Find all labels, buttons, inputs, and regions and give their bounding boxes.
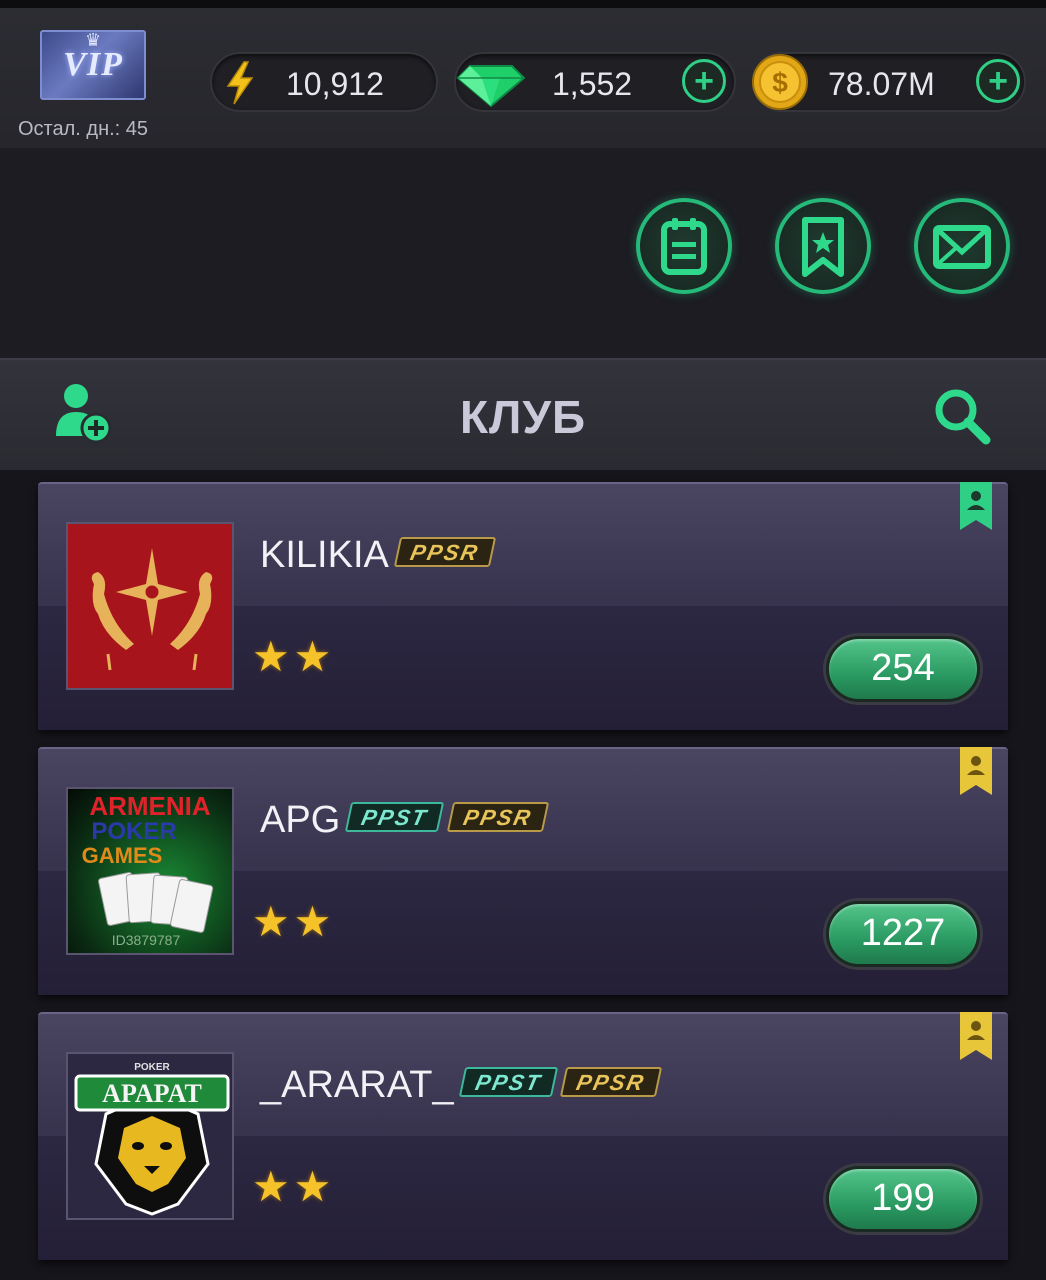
club-rating-stars: ★★: [252, 1163, 336, 1210]
club-rating-stars: ★★: [252, 898, 336, 945]
ppsr-tag: PPSR: [559, 1066, 663, 1097]
ppst-tag: PPST: [345, 801, 445, 832]
bookmark-icon[interactable]: [960, 1012, 992, 1060]
ppsr-tag: PPSR: [393, 536, 496, 567]
svg-text:POKER: POKER: [134, 1062, 170, 1073]
club-header: КЛУБ: [0, 358, 1046, 470]
lightning-icon: [226, 61, 254, 105]
svg-text:POKER: POKER: [91, 818, 176, 845]
club-name-text: APG: [260, 799, 341, 841]
club-member-count[interactable]: 199: [826, 1166, 980, 1232]
svg-text:GAMES: GAMES: [82, 843, 163, 868]
svg-text:$: $: [772, 67, 788, 98]
club-logo: APAPAT POKER: [66, 1052, 234, 1220]
tasks-button[interactable]: [636, 198, 732, 294]
cards-logo-icon: ARMENIA POKER GAMES ID3879787: [82, 791, 214, 948]
envelope-icon: [933, 225, 991, 269]
vip-label: VIP: [63, 46, 123, 83]
club-name: APG PPST PPSR: [260, 799, 549, 842]
gem-icon: [456, 65, 526, 108]
coins-counter: $ 78.07M +: [752, 52, 1026, 112]
coin-icon: $: [752, 54, 808, 110]
add-gems-button[interactable]: +: [682, 59, 726, 103]
club-logo: ARMENIA POKER GAMES ID3879787: [66, 787, 234, 955]
lion-logo-icon: APAPAT POKER: [74, 1062, 230, 1216]
eagles-logo-icon: [91, 548, 213, 671]
search-icon[interactable]: [930, 386, 994, 446]
club-logo: [66, 522, 234, 690]
ppst-tag: PPST: [458, 1066, 559, 1097]
favorites-button[interactable]: [775, 198, 871, 294]
bookmark-icon[interactable]: [960, 747, 992, 795]
svg-text:ARMENIA: ARMENIA: [89, 791, 211, 821]
club-name-text: KILIKIA: [260, 534, 389, 576]
club-card[interactable]: KILIKIA PPSR ★★ 254: [38, 482, 1008, 730]
club-member-count[interactable]: 254: [826, 636, 980, 702]
vip-days-left: Остал. дн.: 45: [18, 118, 149, 140]
club-rating-stars: ★★: [252, 633, 336, 680]
energy-counter: 10,912: [210, 52, 438, 112]
energy-value: 10,912: [286, 66, 384, 102]
status-strip: [0, 0, 1046, 8]
club-member-count[interactable]: 1227: [826, 901, 980, 967]
gems-value: 1,552: [552, 66, 633, 102]
bookmark-icon[interactable]: [960, 482, 992, 530]
svg-text:APAPAT: APAPAT: [102, 1079, 202, 1108]
club-name-text: _ARARAT_: [260, 1064, 454, 1106]
vip-badge[interactable]: ♛ VIP: [40, 30, 146, 100]
club-name: _ARARAT_ PPST PPSR: [260, 1064, 663, 1107]
crown-icon: ♛: [85, 30, 102, 50]
coins-value: 78.07M: [828, 66, 935, 102]
club-list: KILIKIA PPSR ★★ 254 ARMENIA POKER GAMES I…: [0, 470, 1046, 1280]
mail-button[interactable]: [914, 198, 1010, 294]
bookmark-star-icon: [802, 217, 844, 277]
club-card[interactable]: APAPAT POKER _ARARAT_ PPST PPSR ★★ 199: [38, 1012, 1008, 1260]
page-title: КЛУБ: [459, 391, 587, 443]
add-coins-button[interactable]: +: [976, 59, 1020, 103]
svg-text:ID3879787: ID3879787: [112, 932, 181, 948]
club-card[interactable]: ARMENIA POKER GAMES ID3879787 APG PPST PPS…: [38, 747, 1008, 995]
clipboard-icon: [661, 218, 707, 275]
club-name: KILIKIA PPSR: [260, 534, 496, 577]
ppsr-tag: PPSR: [446, 801, 549, 832]
gems-counter: 1,552 +: [454, 52, 736, 112]
top-bar: ♛ VIP Остал. дн.: 45 10,912 1,552 + $ 78…: [0, 8, 1046, 148]
